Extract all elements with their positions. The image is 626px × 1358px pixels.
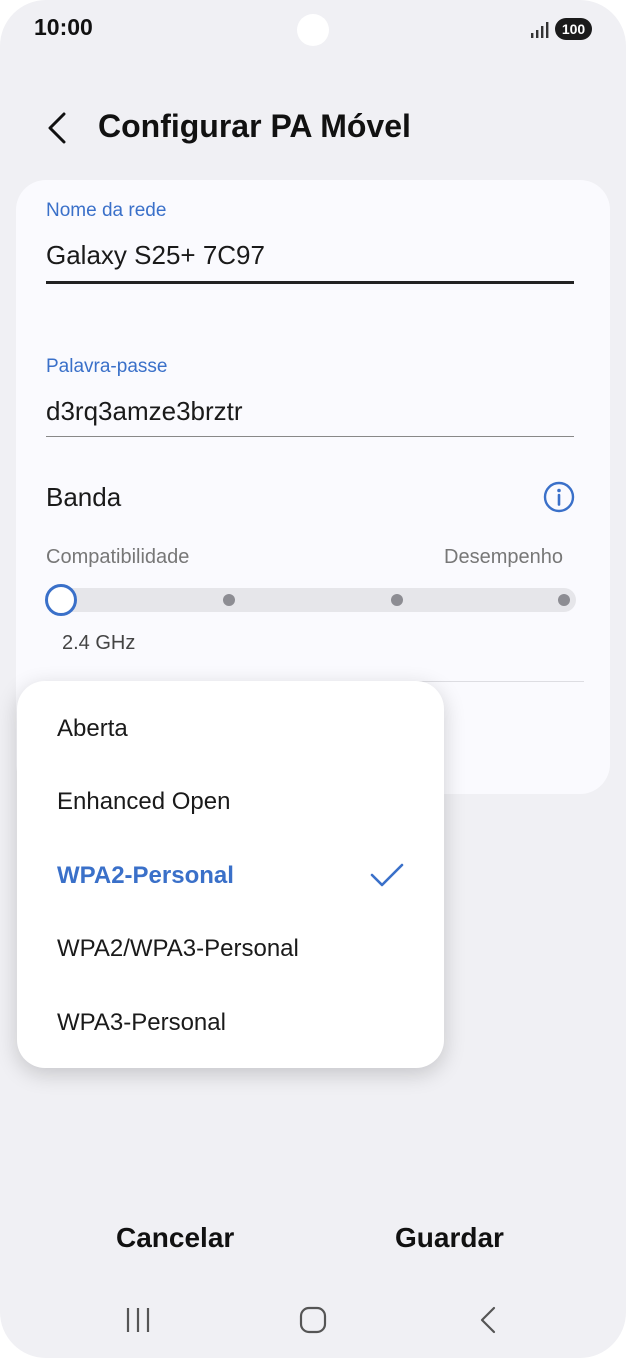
- signal-icon: [531, 22, 549, 38]
- battery-indicator: 100: [555, 18, 592, 40]
- info-icon[interactable]: [542, 480, 576, 514]
- cancel-button[interactable]: Cancelar: [116, 1222, 234, 1254]
- recents-icon[interactable]: [118, 1300, 158, 1340]
- band-scale-right-label: Desempenho: [444, 546, 563, 568]
- mobile-hotspot-config-screen: 10:00 100 Configurar PA Móvel Nome da re…: [0, 0, 626, 1358]
- chevron-left-icon[interactable]: [36, 106, 80, 150]
- save-button[interactable]: Guardar: [395, 1222, 504, 1254]
- band-slider-step: [391, 594, 403, 606]
- band-slider-step: [223, 594, 235, 606]
- status-time: 10:00: [34, 14, 93, 40]
- check-icon: [370, 863, 404, 887]
- security-dropdown-menu: Aberta Enhanced Open WPA2-Personal WPA2/…: [17, 681, 444, 1068]
- network-name-label: Nome da rede: [46, 200, 167, 221]
- front-camera: [297, 14, 329, 46]
- dropdown-option-enhanced-open[interactable]: Enhanced Open: [57, 788, 230, 816]
- band-scale-left-label: Compatibilidade: [46, 546, 190, 568]
- password-input[interactable]: d3rq3amze3brztr: [46, 396, 243, 427]
- nav-back-icon[interactable]: [468, 1300, 508, 1340]
- dropdown-option-wpa2-wpa3-personal[interactable]: WPA2/WPA3-Personal: [57, 935, 299, 963]
- dropdown-option-wpa2-personal[interactable]: WPA2-Personal: [57, 862, 234, 890]
- password-label: Palavra-passe: [46, 356, 168, 377]
- band-value: 2.4 GHz: [62, 632, 136, 654]
- network-name-input[interactable]: Galaxy S25+ 7C97: [46, 240, 265, 271]
- band-label: Banda: [46, 482, 122, 512]
- network-name-underline: [46, 281, 574, 284]
- band-slider-step: [558, 594, 570, 606]
- page-title: Configurar PA Móvel: [98, 108, 411, 144]
- dropdown-option-aberta[interactable]: Aberta: [57, 715, 128, 743]
- band-slider-thumb[interactable]: [45, 584, 77, 616]
- password-underline: [46, 436, 574, 437]
- band-slider-track[interactable]: [46, 588, 576, 612]
- home-icon[interactable]: [293, 1300, 333, 1340]
- dropdown-option-wpa3-personal[interactable]: WPA3-Personal: [57, 1009, 226, 1037]
